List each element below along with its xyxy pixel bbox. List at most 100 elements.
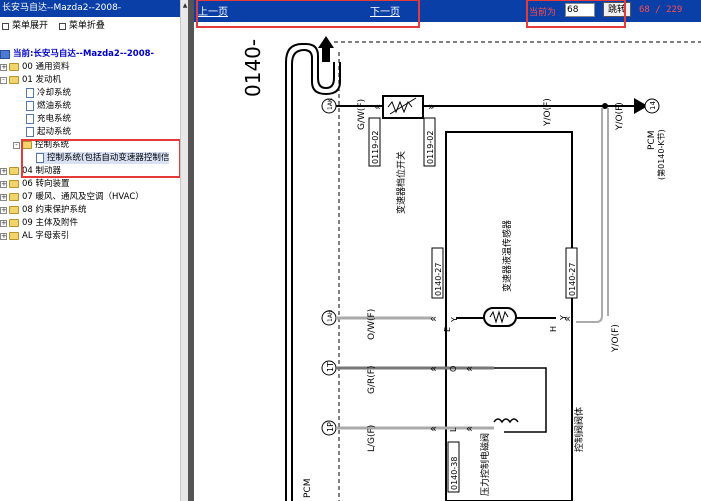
tree-item-label: 燃油系统 [37,101,72,111]
connector-chevron: « [564,312,571,325]
nav-toolbar: 菜单展开 菜单折叠 [0,17,180,35]
book-icon [0,49,10,59]
pcm-bottom-label: PCM [303,479,313,498]
connector-chevron: « [430,312,437,325]
wire-label-gr: G/R(F) [367,366,377,394]
tree-item-label: 06 转向装置 [22,179,70,189]
pin-letter-e: E [443,327,452,332]
tree-item-general[interactable]: + 00 通用资料 [0,61,70,73]
plus-icon[interactable]: + [0,193,7,201]
document-icon [26,127,34,137]
pin-letter-l: L [449,427,458,432]
connector-chevron: « [430,362,437,375]
folder-icon [9,232,19,240]
tree-item-starting[interactable]: 起动系统 [26,126,71,138]
collapse-menu-button[interactable]: 菜单折叠 [57,17,105,35]
vertical-scrollbar[interactable]: ▲ [180,0,188,501]
folder-icon [9,63,19,71]
connector-chevron: « [430,422,437,435]
tree-item-hvac[interactable]: + 07 暖风、通风及空调（HVAC） [0,191,144,203]
tree-item-label: 00 通用资料 [22,62,70,72]
minus-icon[interactable]: - [0,76,7,84]
folder-open-icon [9,76,19,84]
tree-item-label: 09 主体及附件 [22,218,79,228]
svg-text:1AK: 1AK [327,97,334,110]
tree-item-label: 08 约束保护系统 [22,205,87,215]
connector-ref: 0119-02 [426,131,435,164]
tree-root-label: 当前:长安马自达--Mazda2--2008- [13,49,155,59]
tree-item-label: 充电系统 [37,114,72,124]
plus-icon[interactable]: + [0,219,7,227]
expand-icon [2,22,9,30]
pin-1ak: 1AK [321,97,337,114]
tree-item-fuel[interactable]: 燃油系统 [26,100,71,112]
wire-label-gw: G/W(F) [357,99,367,130]
folder-icon [9,206,19,214]
plus-icon[interactable]: + [0,63,7,71]
plus-icon[interactable]: + [0,180,7,188]
collapse-menu-label: 菜单折叠 [68,21,105,31]
nav-title: 长安马自达--Mazda2--2008- [0,0,180,17]
document-icon [26,101,34,111]
expand-menu-button[interactable]: 菜单展开 [0,17,48,35]
pin-1ah: 1AH [321,310,337,326]
solenoid-coil-icon [493,418,519,424]
connector-chevron: « [466,362,473,375]
document-icon [26,88,34,98]
pcm-sublabel: (第0140-K节) [656,129,666,180]
pin-letter-h: H [549,326,558,332]
range-switch-box [382,95,424,119]
range-switch-label: 变速器档位开关 [395,151,407,214]
tree-item-label: 01 发动机 [22,75,62,85]
connector-chevron: « [374,100,381,113]
folder-icon [9,167,19,175]
valve-body-label: 控制阀阀体 [573,407,585,452]
pin-1p: 1P [321,420,337,436]
tree-item-cooling[interactable]: 冷却系统 [26,87,71,99]
app-window: 长安马自达--Mazda2--2008- 菜单展开 菜单折叠 当前:长安马自达-… [0,0,701,501]
wire-label-yo-3: Y/O(F) [615,102,625,131]
pcm-label: PCM [647,131,657,150]
tree-item-charging[interactable]: 充电系统 [26,113,71,125]
document-icon [26,114,34,124]
folder-icon [9,219,19,227]
connector-chevron: « [466,422,473,435]
tree-item-index[interactable]: + AL 字母索引 [0,230,69,242]
connector-chevron: » [428,100,435,113]
tree-item-restraints[interactable]: + 08 约束保护系统 [0,204,87,216]
plus-icon[interactable]: + [0,206,7,214]
plus-icon[interactable]: + [0,167,7,175]
folder-icon [9,180,19,188]
wire-label-ow: O/W(F) [367,309,377,340]
tree-item-label: 07 暖风、通风及空调（HVAC） [22,192,144,202]
tree-item-label: 冷却系统 [37,88,72,98]
tree-item-body[interactable]: + 09 主体及附件 [0,217,78,229]
highlight-box [21,139,180,178]
viewer-pane: 上一页 下一页 当前为 跳转 68 / 229 0140- 1AK [194,0,701,501]
pressure-solenoid-label: 压力控制电磁阀 [479,433,491,496]
plus-icon[interactable]: + [0,232,7,240]
svg-text:1T: 1T [326,362,335,372]
wire-yo-bend [576,315,603,323]
wiring-diagram: 0140- 1AK 1AH 1T 1P G/W(F) « » 变速器档位开关 0… [241,36,701,501]
tree-item-label: AL 字母索引 [22,231,70,241]
minus-icon[interactable]: - [13,141,20,149]
page-count: 68 / 229 [639,5,683,15]
wire-label-yo-1: Y/O(F) [543,98,553,127]
svg-text:14: 14 [649,101,657,110]
navigation-pane: 长安马自达--Mazda2--2008- 菜单展开 菜单折叠 当前:长安马自达-… [0,0,180,501]
tree-item-engine[interactable]: - 01 发动机 [0,74,61,86]
tree-item-steering[interactable]: + 06 转向装置 [0,178,70,190]
wire-label-lg: L/G(F) [367,425,377,452]
page-ref: 0140- [241,39,265,97]
folder-icon [9,193,19,201]
connector-ref: 0140-38 [450,457,459,490]
connector-ref: 0140-27 [434,263,443,296]
collapse-icon [58,22,66,30]
connector-ref: 0140-27 [568,263,577,296]
fluid-temp-label: 变速器液温传感器 [501,220,513,292]
tree-root[interactable]: 当前:长安马自达--Mazda2--2008- [0,48,154,60]
svg-text:1AH: 1AH [327,310,334,322]
svg-text:1P: 1P [326,422,335,432]
pin-letter-o: O [449,366,458,372]
